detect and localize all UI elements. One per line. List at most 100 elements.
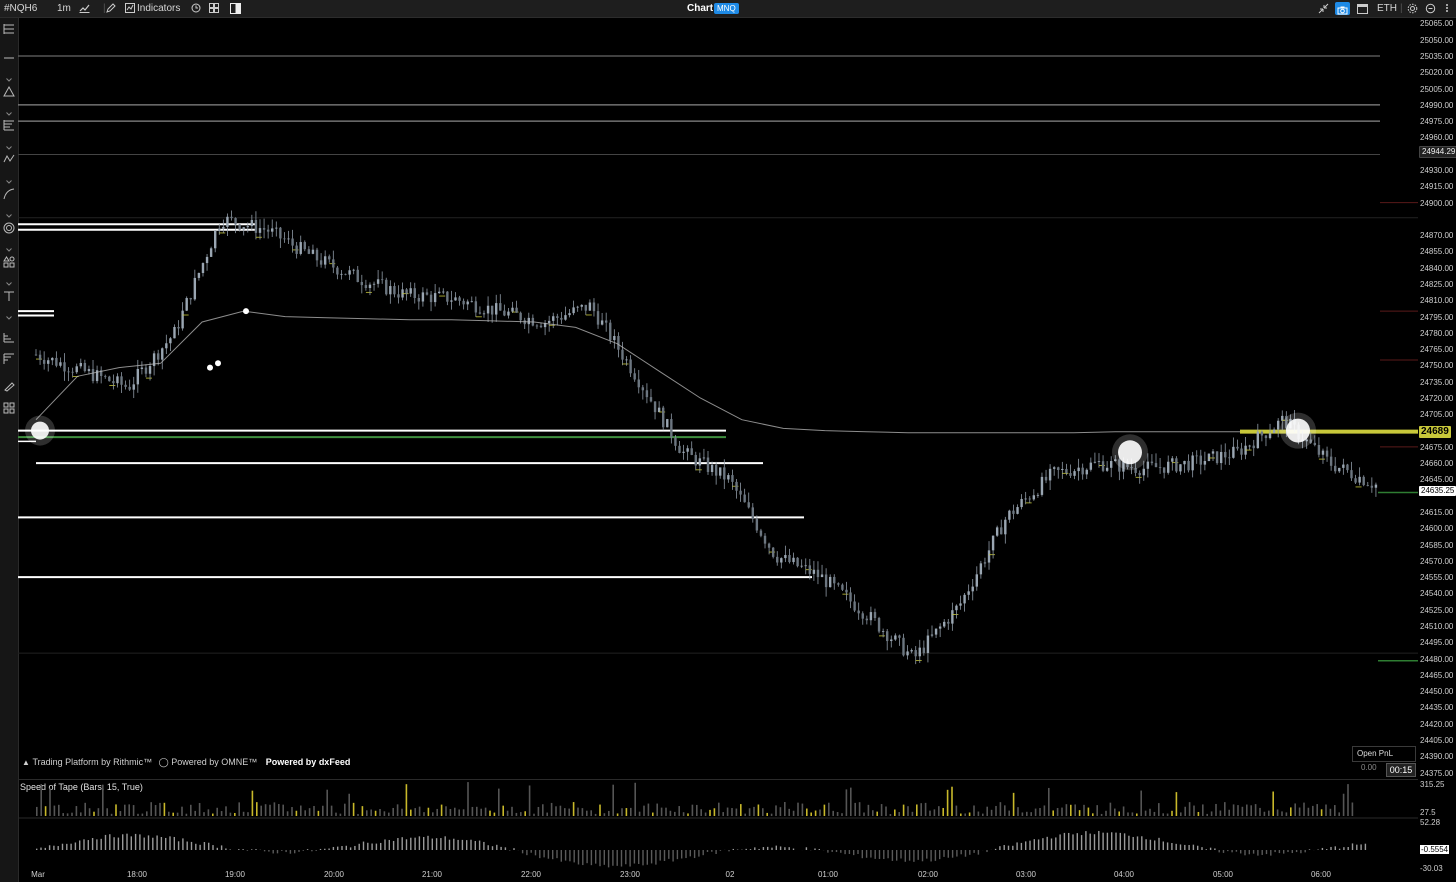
layers-icon[interactable] <box>3 402 15 414</box>
tape-speed-histogram-bar <box>934 850 937 861</box>
line-icon[interactable] <box>3 52 15 64</box>
session-selector[interactable]: ETH <box>1377 0 1397 17</box>
chevron-down-icon[interactable] <box>6 172 12 184</box>
candle-body <box>861 613 864 619</box>
tape-speed-bar <box>1320 809 1323 816</box>
tape-speed-histogram-bar <box>126 833 128 850</box>
tape-speed-histogram-bar <box>1188 845 1190 850</box>
panel-toggle-icon[interactable] <box>230 0 241 17</box>
symbol-selector[interactable]: #NQH6 <box>4 0 37 17</box>
tape-speed-bar <box>542 804 544 816</box>
tape-speed-bar <box>366 810 368 816</box>
tape-speed-bar <box>1188 802 1191 816</box>
chevron-down-icon[interactable] <box>6 206 12 218</box>
candle-body <box>1101 461 1105 471</box>
candle-body <box>894 635 897 640</box>
tape-speed-histogram-bar <box>306 849 309 850</box>
settings-gear-icon[interactable] <box>1407 0 1418 17</box>
candle-body <box>853 601 856 611</box>
candle-body <box>189 298 192 300</box>
curve-icon[interactable] <box>3 188 15 200</box>
long-position-icon[interactable] <box>3 331 15 343</box>
time-tick-label: 23:00 <box>619 870 641 879</box>
fib-icon[interactable] <box>3 119 15 131</box>
chevron-down-icon[interactable] <box>6 70 12 82</box>
tape-speed-bar <box>841 813 843 816</box>
candle-body <box>963 594 966 604</box>
tape-speed-bar <box>251 790 254 816</box>
price-chart[interactable] <box>18 18 1418 778</box>
tape-speed-bar <box>819 809 821 816</box>
price-axis[interactable]: 25065.00 25050.00 25035.00 25020.00 25005.00… <box>1418 18 1456 778</box>
candle-body <box>1154 463 1158 468</box>
time-axis[interactable]: Mar 18:00 19:00 20:00 21:00 22:00 23:00 02 01:00… <box>18 868 1418 882</box>
tape-speed-histogram-bar <box>577 850 580 865</box>
tape-speed-histogram-bar <box>96 839 98 850</box>
indicators-icon[interactable] <box>125 0 135 17</box>
triangle-icon[interactable] <box>3 85 15 97</box>
link-icon[interactable] <box>1425 0 1436 17</box>
short-position-icon[interactable] <box>3 353 15 365</box>
candle-body <box>1158 467 1162 468</box>
indicators-button[interactable]: Indicators <box>137 0 180 17</box>
tape-speed-histogram-bar <box>341 846 343 850</box>
tape-speed-histogram-bar <box>1020 842 1023 850</box>
grid-icon[interactable] <box>209 0 219 17</box>
tape-speed-bar <box>317 810 320 816</box>
brush-icon[interactable] <box>3 380 15 392</box>
candle-body <box>845 589 848 593</box>
tape-speed-bar <box>462 809 465 816</box>
candle-body <box>1183 460 1186 465</box>
shapes-icon[interactable] <box>3 256 15 268</box>
tape-speed-histogram-bar <box>1145 839 1147 850</box>
tape-speed-bar <box>1026 811 1028 816</box>
price-tick-label: 24435.00 <box>1420 703 1454 713</box>
speed-of-tape-indicator[interactable] <box>18 780 1418 868</box>
tape-speed-bar <box>1149 808 1151 816</box>
candle-body <box>299 242 302 254</box>
calendar-icon[interactable] <box>1357 0 1368 17</box>
tape-speed-histogram-bar <box>964 850 967 857</box>
tape-speed-histogram-bar <box>1257 850 1259 856</box>
tape-speed-histogram-bar <box>392 840 395 850</box>
text-icon[interactable] <box>3 290 15 302</box>
tape-speed-histogram-bar <box>1278 850 1281 854</box>
price-tick-label: 25035.00 <box>1420 52 1454 61</box>
candle-body <box>719 467 722 476</box>
tape-speed-histogram-bar <box>526 850 528 856</box>
price-tick-label: 24675.00 <box>1420 442 1454 452</box>
tape-speed-bar <box>1254 804 1257 816</box>
tape-speed-bar <box>1281 811 1283 816</box>
chevron-down-icon[interactable] <box>6 138 12 150</box>
chevron-down-icon[interactable] <box>6 308 12 320</box>
tape-speed-histogram-bar <box>1072 834 1074 850</box>
chevron-down-icon[interactable] <box>6 274 12 286</box>
tape-speed-bar <box>982 813 984 816</box>
price-tick-label: 24840.00 <box>1420 263 1454 273</box>
camera-icon[interactable] <box>1335 2 1350 15</box>
chart-type-icon[interactable] <box>79 0 90 17</box>
spiral-icon[interactable] <box>3 222 15 234</box>
pencil-icon[interactable] <box>106 0 116 17</box>
candle-body <box>51 357 54 361</box>
menu-icon[interactable] <box>3 23 15 35</box>
tape-speed-bar <box>436 808 438 816</box>
tape-speed-histogram-bar <box>1304 850 1306 853</box>
clock-icon[interactable] <box>191 0 201 17</box>
candle-body <box>1162 467 1166 473</box>
more-icon[interactable] <box>1442 0 1452 17</box>
pattern-icon[interactable] <box>3 153 15 165</box>
time-tick-label: 05:00 <box>1212 870 1234 879</box>
tape-speed-bar <box>880 804 883 816</box>
candle-body <box>303 242 306 250</box>
tape-speed-histogram-bar <box>1283 850 1285 854</box>
chevron-down-icon[interactable] <box>6 240 12 252</box>
tape-speed-histogram-bar <box>1308 849 1311 850</box>
instrument-badge[interactable]: MNQ <box>714 3 739 14</box>
tape-speed-bar <box>128 804 130 816</box>
indicator-axis-label: -30.03 <box>1420 864 1443 873</box>
collapse-icon[interactable] <box>1318 0 1329 17</box>
interval-selector[interactable]: 1m <box>57 0 71 17</box>
tape-speed-histogram-bar <box>655 850 657 865</box>
chevron-down-icon[interactable] <box>6 104 12 116</box>
